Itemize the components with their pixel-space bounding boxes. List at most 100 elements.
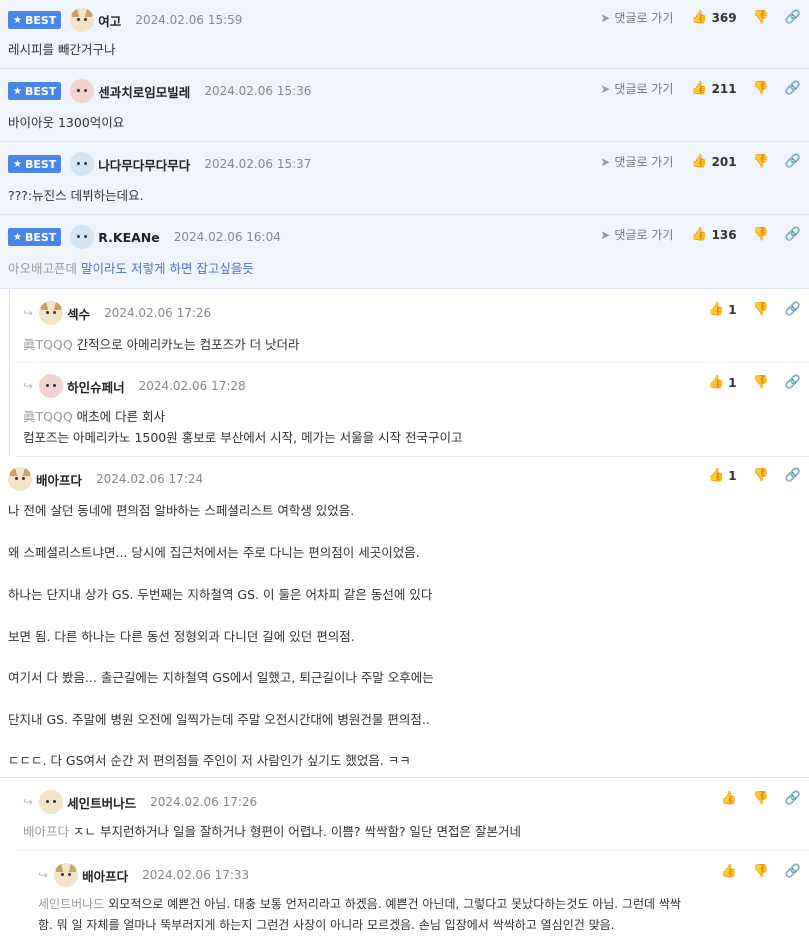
star-icon: ★ <box>13 231 22 243</box>
avatar[interactable] <box>70 152 95 176</box>
arrow-icon: ➤ <box>600 228 611 242</box>
thumbs-down-icon[interactable]: 👎 <box>753 302 769 317</box>
comment-author[interactable]: 센과치로임모빌레 <box>98 82 190 101</box>
arrow-icon: ➤ <box>600 11 611 25</box>
avatar[interactable] <box>54 863 79 887</box>
comment-date: 2024.02.06 16:04 <box>173 230 281 244</box>
like-count: 1 <box>728 302 737 317</box>
thumbs-up-icon[interactable]: 👍 <box>708 468 724 483</box>
comment-text: 바이아웃 1300억이요 <box>8 115 125 130</box>
reply-arrow-icon: ↪ <box>23 306 34 320</box>
best-badge: ★ BEST <box>8 82 62 100</box>
comment-author[interactable]: R.KEANe <box>98 230 159 245</box>
comment-best-1: ★ BEST 여고 2024.02.06 15:59 ➤ 댓글로 가기 👍 369 👎… <box>0 0 809 69</box>
thumbs-up-icon[interactable]: 👍 <box>691 10 707 25</box>
comment-date: 2024.02.06 17:26 <box>104 306 212 320</box>
star-icon: ★ <box>13 14 22 26</box>
comment-author[interactable]: 배아프다 <box>82 866 128 885</box>
reply-arrow-icon: ↪ <box>23 379 34 393</box>
thumbs-down-icon[interactable]: 👎 <box>753 227 769 242</box>
comment-text-line2: 함. 뭐 일 자체를 얼마나 뚝부러지게 하는지 그런건 사장이 아니라 모르겠… <box>38 918 615 932</box>
star-icon: ★ <box>13 158 22 170</box>
thumbs-up-icon[interactable]: 👍 <box>720 791 736 806</box>
thumbs-down-icon[interactable]: 👎 <box>753 864 769 879</box>
comment-date: 2024.02.06 15:37 <box>204 157 312 171</box>
thumbs-up-icon[interactable]: 👍 <box>708 375 724 390</box>
link-icon[interactable]: 🔗 <box>785 864 801 879</box>
comment-text-line: 여기서 다 봤음... 출근길에는 지하철역 GS에서 일했고, 퇴근길이나 주… <box>8 670 434 685</box>
avatar[interactable] <box>8 467 32 491</box>
avatar[interactable] <box>70 8 95 32</box>
thumbs-up-icon[interactable]: 👍 <box>720 864 736 879</box>
comment-reply: ↪ 하인슈페너 2024.02.06 17:28 👍 1 👎 🔗 眞TQQQ 애초에… <box>15 363 809 457</box>
thumbs-down-icon[interactable]: 👎 <box>753 791 769 806</box>
comment-date: 2024.02.06 17:24 <box>96 472 204 486</box>
comment-text: 세인트버나드 외모적으로 예쁜건 아님. 대충 보통 언저리라고 하겠음. 예쁜건… <box>38 897 681 911</box>
comment-date: 2024.02.06 15:59 <box>135 13 243 27</box>
comment-text-line: 단지내 GS. 주말에 병원 오전에 일찍가는데 주말 오전시간대에 병원건물 … <box>8 712 430 727</box>
comment-reply: ↪ 세인트버나드 2024.02.06 17:26 👍 👎 🔗 배아프다 ㅈㄴ 부… <box>15 779 809 851</box>
arrow-icon: ➤ <box>600 82 611 96</box>
comment-author[interactable]: 섹수 <box>67 304 90 323</box>
reply-target[interactable]: 배아프다 <box>23 824 69 839</box>
avatar[interactable] <box>39 301 64 325</box>
comment-author[interactable]: 여고 <box>98 11 121 30</box>
comment-date: 2024.02.06 17:26 <box>150 795 258 809</box>
link-icon[interactable]: 🔗 <box>785 10 801 25</box>
avatar[interactable] <box>70 225 95 249</box>
comment-text: ???:뉴진스 데뷔하는데요. <box>8 188 144 203</box>
comment-reply: ↪ 섹수 2024.02.06 17:26 👍 1 👎 🔗 眞TQQQ 간적으로 아… <box>15 290 809 363</box>
link-icon[interactable]: 🔗 <box>785 227 801 242</box>
comment-best-4: ★ BEST R.KEANe 2024.02.06 16:04 ➤ 댓글로 가기 👍… <box>0 215 809 289</box>
comment-text: 眞TQQQ 간적으로 아메리카노는 컴포즈가 더 낫더라 <box>23 337 300 352</box>
comment-text-line: 하나는 단지내 상가 GS. 두번째는 지하철역 GS. 이 둘은 어차피 같은… <box>8 587 433 602</box>
avatar[interactable] <box>39 374 64 398</box>
comment-date: 2024.02.06 17:33 <box>142 868 250 882</box>
thumbs-down-icon[interactable]: 👎 <box>753 10 769 25</box>
thumbs-down-icon[interactable]: 👎 <box>753 81 769 96</box>
comment: 배아프다 2024.02.06 17:24 👍 1 👎 🔗 나 전에 살던 동네에… <box>0 457 809 778</box>
reply-target[interactable]: 아오배고픈데 <box>8 261 77 276</box>
comment-date: 2024.02.06 17:28 <box>138 379 246 393</box>
comment-author[interactable]: 하인슈페너 <box>67 377 125 396</box>
comment-text: 眞TQQQ 애초에 다른 회사 <box>23 409 166 424</box>
go-to-comment-link[interactable]: ➤ 댓글로 가기 <box>600 226 673 243</box>
best-badge: ★ BEST <box>8 228 62 246</box>
comment-best-2: ★ BEST 센과치로임모빌레 2024.02.06 15:36 ➤ 댓글로 가기 … <box>0 69 809 142</box>
thumbs-down-icon[interactable]: 👎 <box>753 375 769 390</box>
thumbs-up-icon[interactable]: 👍 <box>691 154 707 169</box>
comment-author[interactable]: 배아프다 <box>36 470 82 489</box>
comment-author[interactable]: 나다무다무다무다 <box>98 155 190 174</box>
like-count: 211 <box>711 81 737 96</box>
reply-target[interactable]: 眞TQQQ <box>23 337 73 352</box>
like-count: 136 <box>711 227 737 242</box>
avatar[interactable] <box>70 79 95 103</box>
thumbs-up-icon[interactable]: 👍 <box>691 81 707 96</box>
link-icon[interactable]: 🔗 <box>785 81 801 96</box>
link-icon[interactable]: 🔗 <box>785 375 801 390</box>
thumbs-down-icon[interactable]: 👎 <box>753 154 769 169</box>
thumbs-up-icon[interactable]: 👍 <box>708 302 724 317</box>
link-icon[interactable]: 🔗 <box>785 154 801 169</box>
comment-text-line2: 컴포즈는 아메리카노 1500원 홍보로 부산에서 시작, 메가는 서울을 시작… <box>23 430 463 445</box>
comment-text-line: 나 전에 살던 동네에 편의점 알바하는 스페셜리스트 여학생 있었음. <box>8 503 355 518</box>
go-to-comment-link[interactable]: ➤ 댓글로 가기 <box>600 153 673 170</box>
best-badge: ★ BEST <box>8 11 62 29</box>
like-count: 1 <box>728 468 737 483</box>
comment-text: 레시피를 빼간거구나 <box>8 42 116 57</box>
thread-line <box>9 290 10 456</box>
like-count: 1 <box>728 375 737 390</box>
link-icon[interactable]: 🔗 <box>785 791 801 806</box>
link-icon[interactable]: 🔗 <box>785 468 801 483</box>
go-to-comment-link[interactable]: ➤ 댓글로 가기 <box>600 9 673 26</box>
comment-date: 2024.02.06 15:36 <box>204 84 312 98</box>
comment-author[interactable]: 세인트버나드 <box>67 793 136 812</box>
go-to-comment-link[interactable]: ➤ 댓글로 가기 <box>600 80 673 97</box>
avatar[interactable] <box>39 790 64 814</box>
thumbs-down-icon[interactable]: 👎 <box>753 468 769 483</box>
comment-text-line: 왜 스페셜리스트냐면... 당시에 집근처에서는 주로 다니는 편의점이 세곳이… <box>8 545 420 560</box>
thumbs-up-icon[interactable]: 👍 <box>691 227 707 242</box>
reply-target[interactable]: 세인트버나드 <box>38 897 104 911</box>
reply-target[interactable]: 眞TQQQ <box>23 409 73 424</box>
link-icon[interactable]: 🔗 <box>785 302 801 317</box>
